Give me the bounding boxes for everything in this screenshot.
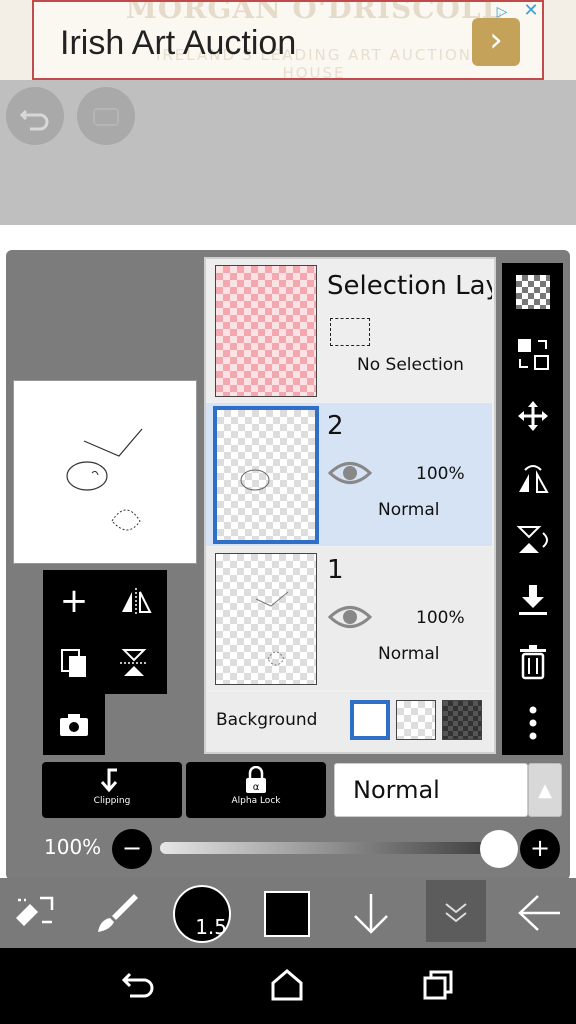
layer-row[interactable]: 1 100% Normal: [206, 547, 492, 690]
eye-icon[interactable]: [328, 602, 372, 632]
layer-name: Selection Layer: [327, 271, 492, 301]
brush-icon[interactable]: [94, 890, 140, 936]
checkerboard-icon: [515, 275, 550, 309]
flip-vertical-rotate-icon: [516, 526, 548, 553]
flip-horizontal-right-button[interactable]: [502, 450, 563, 508]
ad-chevron-right-icon[interactable]: ›: [472, 18, 520, 66]
duplicate-icon: [61, 649, 86, 677]
double-chevron-down-icon: [445, 903, 467, 923]
undo-icon: [19, 109, 49, 131]
layer-name: 1: [327, 555, 344, 585]
undo-button[interactable]: [6, 87, 64, 145]
color-swatch[interactable]: [264, 891, 310, 937]
plus-icon: +: [59, 581, 89, 621]
layer-sketch: [255, 591, 289, 666]
layer-opacity: 100%: [416, 464, 465, 484]
selection-status: No Selection: [357, 355, 464, 375]
background-row: Background: [206, 692, 492, 752]
background-dark-option[interactable]: [442, 700, 482, 740]
brush-size-button[interactable]: 1.5: [173, 885, 231, 943]
ad-watermark: MORGAN O'DRISCOLL: [125, 0, 503, 25]
opacity-slider-handle[interactable]: [480, 830, 518, 868]
ad-close-icon[interactable]: ✕: [520, 0, 542, 22]
flip-horizontal-button[interactable]: [105, 570, 167, 632]
swap-layers-icon: [517, 339, 549, 370]
eye-icon[interactable]: [328, 458, 372, 488]
background-label: Background: [216, 710, 318, 730]
layer-row-selection[interactable]: Selection Layer No Selection: [206, 259, 492, 402]
redo-button[interactable]: [77, 87, 135, 145]
back-icon[interactable]: [120, 968, 158, 1004]
canvas-preview[interactable]: [13, 380, 197, 564]
alpha-lock-button[interactable]: α Alpha Lock: [186, 762, 326, 818]
selection-marquee-icon: [330, 318, 370, 346]
move-icon: [517, 401, 548, 431]
layer-thumbnail: [215, 553, 317, 685]
layer-thumbnail: [215, 265, 317, 397]
blend-mode-select[interactable]: Normal: [334, 763, 528, 817]
ad-title[interactable]: Irish Art Auction: [60, 24, 296, 63]
clipping-label: Clipping: [93, 796, 131, 806]
home-icon[interactable]: [268, 967, 306, 1003]
more-options-button[interactable]: [502, 694, 563, 752]
merge-down-button[interactable]: [502, 572, 563, 630]
more-vertical-icon: [529, 706, 536, 740]
flip-vertical-icon: [120, 649, 147, 676]
arrow-left-icon[interactable]: [514, 892, 564, 934]
layer-blend-mode: Normal: [378, 644, 440, 664]
layer-blend-mode: Normal: [378, 500, 440, 520]
layer-thumbnail: [213, 406, 319, 544]
layer-sketch: [240, 469, 270, 491]
background-transparent-option[interactable]: [396, 700, 436, 740]
opacity-decrease-button[interactable]: −: [112, 829, 152, 869]
ad-choices-icon[interactable]: ▷: [492, 2, 512, 22]
checkerboard-button[interactable]: [502, 263, 563, 321]
opacity-increase-button[interactable]: +: [520, 829, 560, 869]
brush-size-value: 1.5: [195, 915, 227, 939]
sketch-drawing: [66, 428, 143, 531]
flip-rotate-icon: [518, 465, 549, 493]
flip-horizontal-icon: [122, 588, 152, 614]
transform-button[interactable]: [502, 325, 563, 383]
trash-icon: [519, 645, 546, 680]
layer-row[interactable]: 2 100% Normal: [206, 403, 492, 546]
duplicate-layer-button[interactable]: [43, 632, 105, 694]
selection-transform-icon[interactable]: [12, 892, 58, 934]
opacity-slider[interactable]: [160, 842, 500, 854]
flip-vertical-button[interactable]: [105, 632, 167, 694]
clipping-button[interactable]: Clipping: [42, 762, 182, 818]
background-white-option[interactable]: [350, 700, 390, 740]
blend-mode-dropdown-icon[interactable]: ▲: [528, 763, 562, 817]
clipping-icon: [100, 768, 118, 793]
flip-vertical-right-button[interactable]: [502, 511, 563, 569]
opacity-label: 100%: [44, 835, 102, 859]
add-layer-button[interactable]: +: [43, 570, 105, 632]
alpha-lock-label: Alpha Lock: [231, 796, 281, 806]
merge-down-icon: [518, 585, 547, 615]
blend-mode-value: Normal: [353, 776, 440, 804]
layer-name: 2: [327, 411, 344, 441]
redo-icon: [93, 108, 119, 126]
layer-opacity: 100%: [416, 608, 465, 628]
arrow-down-icon[interactable]: [350, 890, 392, 936]
lock-icon: α: [246, 765, 266, 793]
recent-apps-icon[interactable]: [420, 968, 456, 1004]
delete-layer-button[interactable]: [502, 633, 563, 691]
camera-icon: [60, 714, 88, 736]
ad-banner[interactable]: MORGAN O'DRISCOLL IRELAND'S LEADING ART …: [32, 0, 544, 80]
collapse-panel-button[interactable]: [426, 880, 486, 942]
camera-button[interactable]: [43, 694, 105, 756]
svg-text:α: α: [253, 782, 260, 793]
move-button[interactable]: [502, 387, 563, 445]
